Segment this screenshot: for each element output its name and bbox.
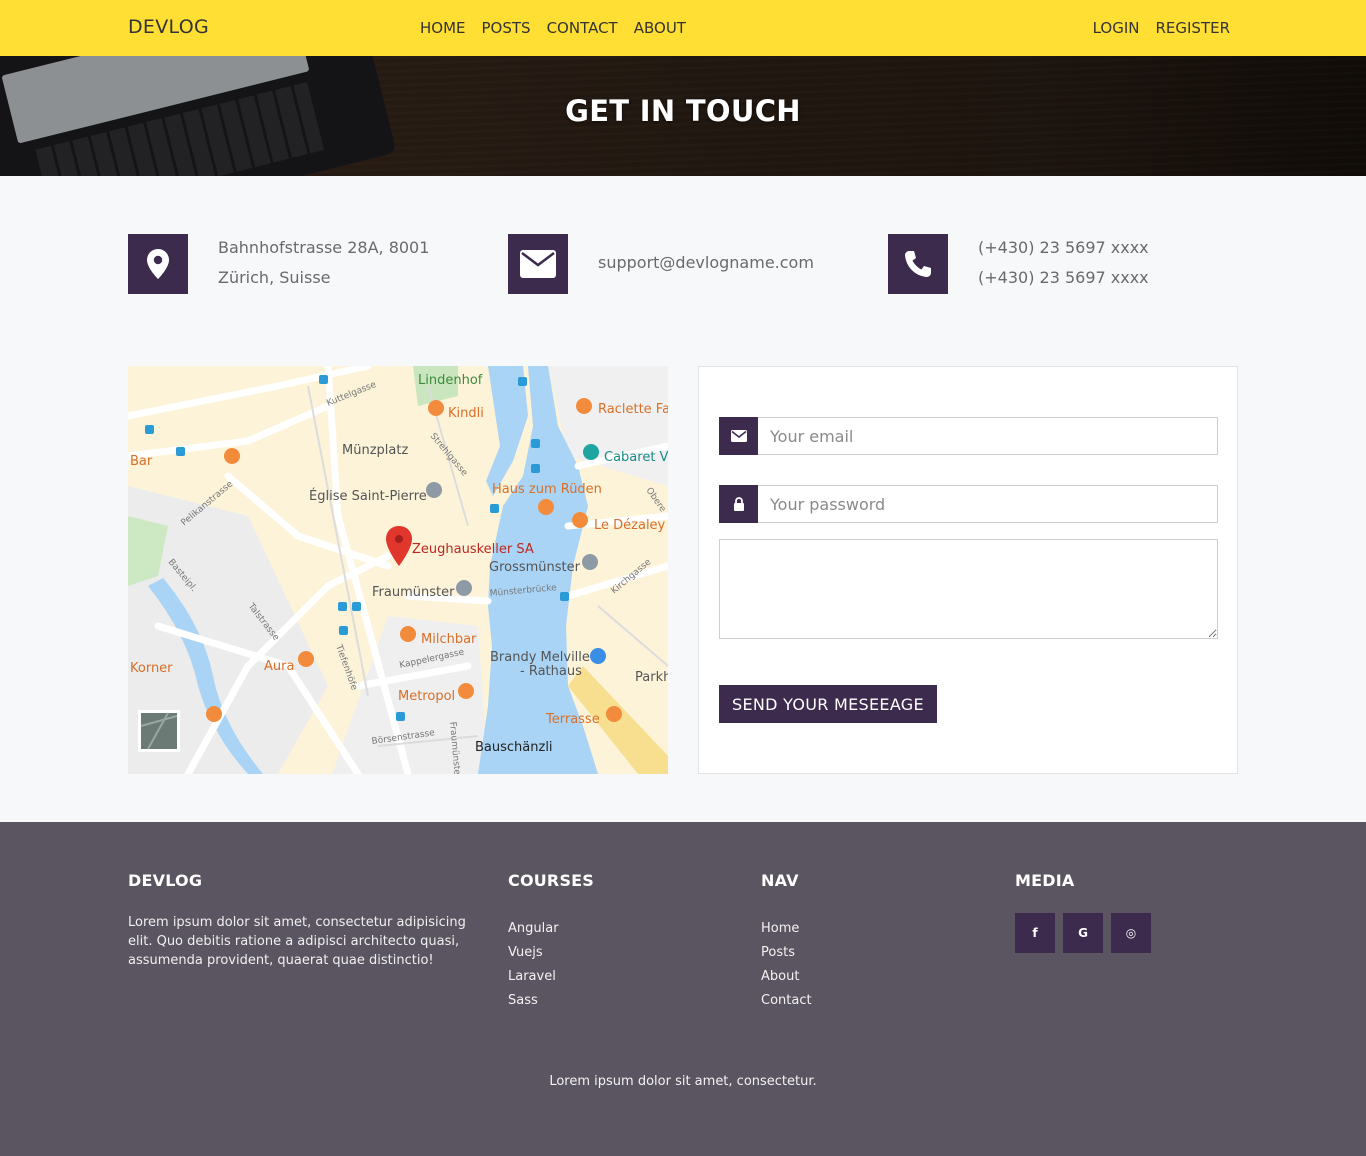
footer-nav-list: Home Posts About Contact: [761, 917, 812, 1013]
auth-nav: LOGIN REGISTER: [1093, 19, 1230, 37]
main-nav: HOME POSTS CONTACT ABOUT: [420, 19, 686, 37]
message-textarea[interactable]: [719, 539, 1218, 639]
svg-text:Raclette Fa: Raclette Fa: [598, 402, 668, 417]
send-message-button[interactable]: SEND YOUR MESEEAGE: [719, 685, 937, 723]
svg-text:- Rathaus: - Rathaus: [520, 664, 582, 679]
svg-text:Le Dézaley: Le Dézaley: [594, 518, 666, 533]
svg-text:Fraumünster: Fraumünster: [372, 585, 455, 600]
nav-home-link[interactable]: HOME: [420, 19, 466, 37]
brand-logo[interactable]: DEVLOG: [128, 16, 209, 38]
login-link[interactable]: LOGIN: [1093, 19, 1140, 37]
svg-text:Münzplatz: Münzplatz: [342, 443, 408, 458]
footer-link-posts[interactable]: Posts: [761, 945, 795, 960]
instagram-icon[interactable]: ◎: [1111, 913, 1151, 953]
course-link-sass[interactable]: Sass: [508, 993, 538, 1008]
footer-courses-title: COURSES: [508, 871, 595, 890]
svg-text:Korner: Korner: [130, 661, 173, 676]
email-input-group: [719, 417, 1218, 455]
svg-text:Metropol: Metropol: [398, 689, 455, 704]
course-link-angular[interactable]: Angular: [508, 921, 559, 936]
phone-text: (+430) 23 5697 xxxx (+430) 23 5697 xxxx: [978, 233, 1149, 293]
location-map[interactable]: Lindenhof Kindli Raclette Fa Münzplatz C…: [128, 366, 668, 774]
svg-text:Grossmünster: Grossmünster: [489, 560, 581, 575]
svg-text:Aura: Aura: [264, 659, 294, 674]
svg-text:Milchbar: Milchbar: [421, 632, 477, 647]
phone-line-2: (+430) 23 5697 xxxx: [978, 268, 1149, 287]
site-footer: DEVLOG Lorem ipsum dolor sit amet, conse…: [0, 822, 1366, 1156]
password-input-group: [719, 485, 1218, 523]
address-line-1: Bahnhofstrasse 28A, 8001: [218, 238, 430, 257]
list-item: Contact: [761, 989, 812, 1013]
list-item: Laravel: [508, 965, 559, 989]
svg-text:Zeughauskeller SA: Zeughauskeller SA: [412, 542, 534, 557]
top-navbar: DEVLOG HOME POSTS CONTACT ABOUT LOGIN RE…: [0, 0, 1366, 56]
list-item: Vuejs: [508, 941, 559, 965]
footer-nav-title: NAV: [761, 871, 799, 890]
email-text: support@devlogname.com: [598, 253, 814, 272]
svg-text:Parkh: Parkh: [635, 670, 668, 685]
svg-text:Église Saint-Pierre: Église Saint-Pierre: [309, 488, 427, 504]
svg-text:Brandy Melville: Brandy Melville: [490, 650, 590, 665]
lock-icon: [719, 485, 758, 523]
password-field[interactable]: [758, 485, 1218, 523]
nav-about-link[interactable]: ABOUT: [634, 19, 686, 37]
list-item: Posts: [761, 941, 812, 965]
phone-icon: [888, 234, 948, 294]
list-item: Sass: [508, 989, 559, 1013]
google-icon[interactable]: G: [1063, 913, 1103, 953]
footer-about-text: Lorem ipsum dolor sit amet, consectetur …: [128, 915, 466, 968]
footer-link-about[interactable]: About: [761, 969, 799, 984]
svg-text:Lindenhof: Lindenhof: [418, 373, 483, 388]
svg-text:Terrasse: Terrasse: [545, 712, 600, 727]
footer-brand-title: DEVLOG: [128, 871, 203, 890]
contact-form: SEND YOUR MESEEAGE: [698, 366, 1238, 774]
facebook-icon[interactable]: f: [1015, 913, 1055, 953]
phone-line-1: (+430) 23 5697 xxxx: [978, 238, 1149, 257]
register-link[interactable]: REGISTER: [1155, 19, 1230, 37]
footer-link-home[interactable]: Home: [761, 921, 799, 936]
footer-link-contact[interactable]: Contact: [761, 993, 812, 1008]
svg-text:Kindli: Kindli: [448, 406, 484, 421]
svg-text:Bauschänzli: Bauschänzli: [475, 740, 553, 755]
map-marker-icon: [128, 234, 188, 294]
svg-text:Cabaret Vo: Cabaret Vo: [604, 450, 668, 465]
nav-posts-link[interactable]: POSTS: [482, 19, 531, 37]
hero-banner: GET IN TOUCH: [0, 56, 1366, 176]
list-item: Home: [761, 917, 812, 941]
address-line-2: Zürich, Suisse: [218, 268, 331, 287]
address-text: Bahnhofstrasse 28A, 8001 Zürich, Suisse: [218, 233, 429, 293]
svg-text:Haus zum Rüden: Haus zum Rüden: [492, 482, 602, 497]
svg-text:Bar: Bar: [130, 454, 153, 469]
email-field[interactable]: [758, 417, 1218, 455]
course-link-laravel[interactable]: Laravel: [508, 969, 556, 984]
courses-list: Angular Vuejs Laravel Sass: [508, 917, 559, 1013]
course-link-vuejs[interactable]: Vuejs: [508, 945, 543, 960]
envelope-icon: [719, 417, 758, 455]
nav-contact-link[interactable]: CONTACT: [547, 19, 618, 37]
envelope-icon: [508, 234, 568, 294]
copyright-text: Lorem ipsum dolor sit amet, consectetur.: [549, 1074, 817, 1089]
page-title: GET IN TOUCH: [565, 94, 801, 128]
list-item: Angular: [508, 917, 559, 941]
footer-media-title: MEDIA: [1015, 871, 1075, 890]
list-item: About: [761, 965, 812, 989]
